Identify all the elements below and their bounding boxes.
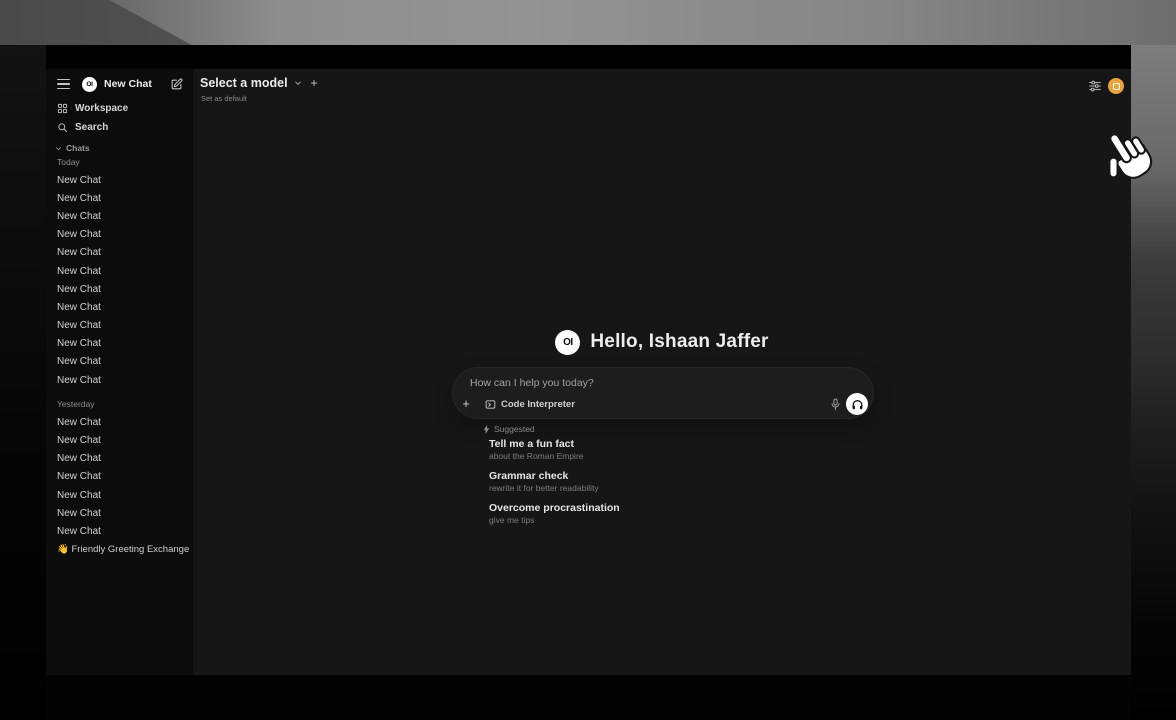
search-icon [57, 122, 68, 133]
workspace-label: Workspace [75, 103, 128, 114]
chat-group-label-yesterday: Yesterday [46, 397, 193, 411]
sidebar-header: OI New Chat [46, 69, 193, 99]
user-avatar[interactable] [1108, 78, 1124, 94]
suggestion-item[interactable]: Tell me a fun fact about the Roman Empir… [489, 438, 809, 462]
sidebar-toggle-icon[interactable] [57, 79, 70, 89]
chat-list-item[interactable]: New Chat [46, 280, 193, 298]
chat-list-item[interactable]: New Chat [46, 468, 193, 486]
desktop-background-bottom [46, 675, 1131, 720]
chat-list-item[interactable]: New Chat [46, 413, 193, 431]
microphone-icon[interactable] [827, 396, 843, 412]
chat-list-item[interactable]: New Chat [46, 371, 193, 389]
suggestion-list: Tell me a fun fact about the Roman Empir… [489, 438, 809, 534]
grid-icon [57, 103, 68, 114]
avatar-glyph [1113, 83, 1120, 90]
search-label: Search [75, 122, 108, 133]
chat-list-item[interactable]: New Chat [46, 431, 193, 449]
chat-list-item[interactable]: New Chat [46, 189, 193, 207]
code-interpreter-toggle[interactable]: Code Interpreter [480, 396, 580, 412]
suggestion-subtitle: give me tips [489, 515, 809, 526]
chat-list-item[interactable]: New Chat [46, 244, 193, 262]
chat-group-label-today: Today [46, 155, 193, 169]
terminal-icon [485, 399, 496, 410]
suggestion-title: Overcome procrastination [489, 502, 809, 515]
greeting-row: OI Hello, Ishaan Jaffer [193, 328, 1131, 356]
chat-list-item[interactable]: New Chat [46, 504, 193, 522]
chat-list-item[interactable]: New Chat [46, 262, 193, 280]
chat-list-item[interactable]: New Chat [46, 171, 193, 189]
suggested-label: Suggested [494, 424, 535, 434]
desktop-background-top [0, 0, 1176, 45]
chevron-down-icon [55, 145, 62, 152]
window-top-bar [46, 45, 1131, 69]
chat-list-item[interactable]: New Chat [46, 486, 193, 504]
chats-label: Chats [66, 143, 90, 153]
suggestion-item[interactable]: Overcome procrastination give me tips [489, 502, 809, 526]
open-webui-window: OI New Chat Workspace Search [46, 45, 1131, 675]
new-chat-icon[interactable] [170, 78, 183, 91]
controls-sliders-icon[interactable] [1088, 79, 1102, 93]
bolt-icon [483, 425, 490, 434]
suggestion-subtitle: about the Roman Empire [489, 451, 809, 462]
model-selector-label: Select a model [200, 76, 288, 90]
sidebar-title: New Chat [104, 78, 152, 90]
app-logo: OI [555, 330, 580, 355]
chat-list-item[interactable]: New Chat [46, 207, 193, 225]
chat-list-item[interactable]: New Chat [46, 298, 193, 316]
sidebar-item-workspace[interactable]: Workspace [46, 99, 193, 118]
chat-list-item-greeting-exchange[interactable]: 👋 Friendly Greeting Exchange [46, 541, 193, 559]
chat-list-today: New ChatNew ChatNew ChatNew ChatNew Chat… [46, 171, 193, 389]
sidebar-item-search[interactable]: Search [46, 118, 193, 137]
chat-list-item[interactable]: New Chat [46, 335, 193, 353]
sidebar: OI New Chat Workspace Search [46, 69, 193, 675]
chat-list-item[interactable]: New Chat [46, 450, 193, 468]
suggestion-title: Tell me a fun fact [489, 438, 809, 451]
chat-list-item[interactable]: New Chat [46, 226, 193, 244]
chat-list-item[interactable]: New Chat [46, 353, 193, 371]
message-input-placeholder: How can I help you today? [470, 377, 594, 389]
add-model-button[interactable]: + [311, 76, 318, 90]
chats-section-toggle[interactable]: Chats [46, 141, 193, 155]
suggestion-item[interactable]: Grammar check rewrite it for better read… [489, 470, 809, 494]
headphones-icon [851, 398, 864, 411]
code-interpreter-label: Code Interpreter [501, 399, 575, 410]
set-as-default-button[interactable]: Set as default [201, 94, 247, 103]
suggestion-subtitle: rewrite it for better readability [489, 483, 809, 494]
chat-list-item[interactable]: New Chat [46, 522, 193, 540]
model-selector[interactable]: Select a model + [200, 76, 318, 90]
chat-list-item[interactable]: New Chat [46, 317, 193, 335]
greeting-text: Hello, Ishaan Jaffer [590, 331, 768, 353]
desktop-background-right [1131, 45, 1176, 720]
suggestion-title: Grammar check [489, 470, 809, 483]
app-logo: OI [82, 77, 97, 92]
suggested-header: Suggested [483, 424, 535, 434]
message-input-box[interactable]: How can I help you today? + Code Interpr… [452, 367, 874, 419]
voice-call-button[interactable] [846, 393, 868, 415]
chevron-down-icon [294, 79, 302, 87]
attach-button[interactable]: + [458, 396, 474, 412]
chat-list-yesterday: New ChatNew ChatNew ChatNew ChatNew Chat… [46, 413, 193, 540]
desktop-background-left [0, 45, 46, 720]
